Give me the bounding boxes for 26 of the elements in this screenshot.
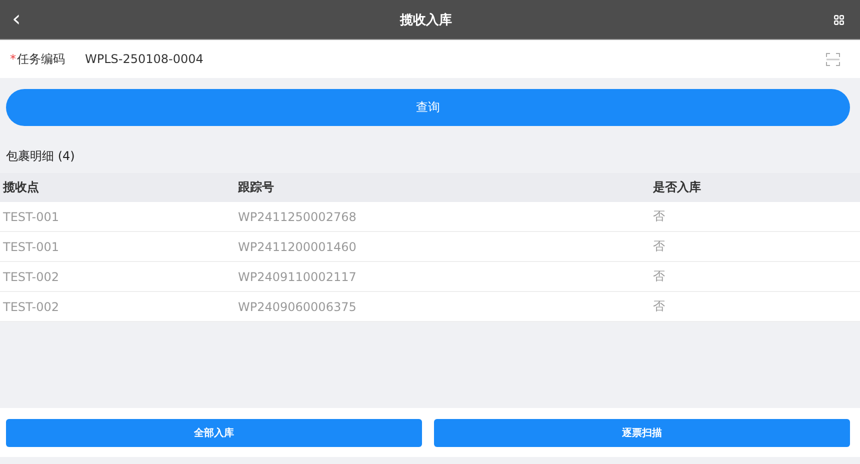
table-cell-text: 否	[653, 208, 666, 225]
table-cell-text: WP2411200001460	[238, 240, 358, 254]
table-cell-text: 否	[653, 268, 666, 285]
table-cell-text: WP2411250002768	[238, 210, 358, 224]
table-cell-text: TEST-002	[2, 300, 60, 314]
table-cell-text: WP2409060006375	[238, 300, 358, 314]
column-header: 揽收点	[2, 179, 40, 196]
action-button[interactable]: 全部入库	[6, 418, 422, 446]
field-value: WPLS-250108-0004	[85, 52, 204, 66]
table-cell-text: TEST-002	[2, 270, 60, 284]
section-title: 包裹明细 (4)	[6, 148, 76, 164]
field-label: 任务编码	[17, 50, 66, 68]
query-button[interactable]: 查询	[6, 89, 850, 126]
table-cell-text: WP2409110002117	[238, 270, 358, 284]
column-header: 跟踪号	[238, 179, 275, 196]
table-cell-text: TEST-001	[2, 240, 60, 254]
table-cell-text: TEST-001	[2, 210, 60, 224]
task-code-field[interactable]: *任务编码 WPLS-250108-0004	[0, 40, 860, 78]
column-header: 是否入库	[653, 179, 702, 196]
action-button[interactable]: 逐票扫描	[434, 418, 850, 446]
table-cell-text: 否	[653, 238, 666, 255]
back-button[interactable]: ‹	[8, 8, 25, 30]
table-cell-text: 否	[653, 298, 666, 315]
required-mark: *	[10, 52, 16, 66]
page-title: 揽收入库	[400, 12, 452, 28]
grid-icon[interactable]	[834, 14, 844, 24]
